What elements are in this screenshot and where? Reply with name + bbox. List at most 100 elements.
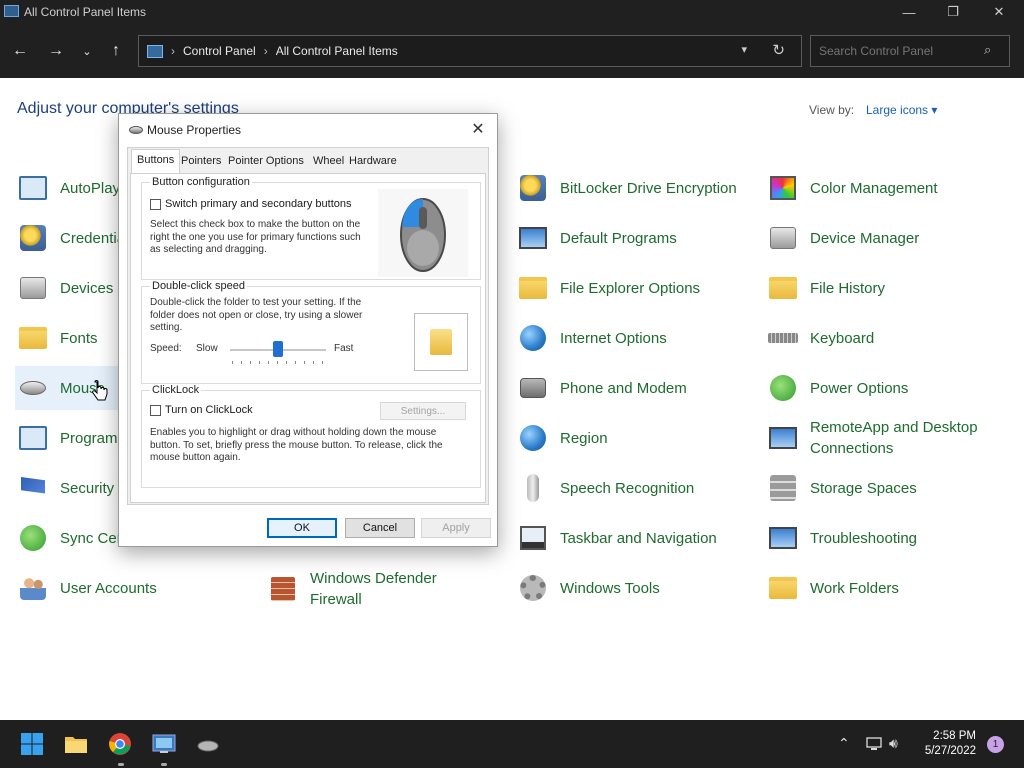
test-folder-area[interactable] [414, 313, 468, 371]
work-folders-icon [767, 572, 799, 604]
sync-icon [17, 522, 49, 554]
close-icon[interactable]: ✕ [467, 119, 489, 139]
notification-badge[interactable]: 1 [987, 736, 1004, 753]
cp-item-work-folders[interactable]: Work Folders [767, 566, 899, 610]
refresh-icon[interactable]: ↻ [772, 41, 785, 59]
cp-item-bitlocker[interactable]: BitLocker Drive Encryption [517, 166, 737, 210]
cp-item-region[interactable]: Region [517, 416, 608, 460]
breadcrumb-all-items[interactable]: All Control Panel Items [276, 44, 398, 58]
address-bar-area: ← → ⌄ ↑ › Control Panel › All Control Pa… [0, 24, 1024, 78]
breadcrumb-control-panel[interactable]: Control Panel [183, 44, 256, 58]
cancel-button[interactable]: Cancel [345, 518, 415, 538]
recent-locations-icon[interactable]: ⌄ [74, 38, 100, 64]
volume-icon[interactable]: 🔊︎ [889, 735, 898, 752]
mouse-properties-dialog: Mouse Properties ✕ Buttons Pointers Poin… [118, 113, 498, 547]
cp-item-troubleshooting[interactable]: Troubleshooting [767, 516, 917, 560]
file-explorer-icon[interactable] [64, 732, 88, 756]
cp-item-keyboard[interactable]: Keyboard [767, 316, 874, 360]
cp-item-device-manager[interactable]: Device Manager [767, 216, 919, 260]
firewall-icon [267, 573, 299, 605]
cp-item-speech-recognition[interactable]: Speech Recognition [517, 466, 694, 510]
clock[interactable]: 2:58 PM 5/27/2022 [925, 729, 976, 759]
cp-item-remoteapp[interactable]: RemoteApp and Desktop Connections [767, 416, 997, 460]
search-icon[interactable]: ⌕ [984, 42, 991, 58]
forward-icon[interactable]: → [43, 38, 69, 64]
cp-item-default-programs[interactable]: Default Programs [517, 216, 677, 260]
default-programs-icon [517, 222, 549, 254]
cp-item-autoplay[interactable]: AutoPlay [17, 166, 120, 210]
view-by-dropdown[interactable]: Large icons ▾ [866, 103, 937, 117]
cp-item-storage-spaces[interactable]: Storage Spaces [767, 466, 917, 510]
window-titlebar: All Control Panel Items — ❐ ✕ [0, 0, 1024, 24]
tab-hardware[interactable]: Hardware [344, 151, 402, 173]
cp-item-user-accounts[interactable]: User Accounts [17, 566, 157, 610]
start-icon[interactable] [20, 732, 44, 756]
region-icon [517, 422, 549, 454]
users-icon [17, 572, 49, 604]
microphone-icon [517, 472, 549, 504]
taskbar: ⌃ 🔊︎ 2:58 PM 5/27/2022 1 [0, 720, 1024, 768]
checkbox-box[interactable] [150, 404, 161, 416]
ok-button[interactable]: OK [267, 518, 337, 538]
back-icon[interactable]: ← [7, 38, 33, 64]
maximize-button[interactable]: ❐ [930, 0, 976, 24]
close-button[interactable]: ✕ [976, 0, 1022, 24]
clicklock-settings-button[interactable]: Settings... [380, 402, 466, 420]
minimize-button[interactable]: — [886, 0, 932, 24]
control-panel-taskbar-icon[interactable] [152, 732, 176, 756]
cp-item-internet-options[interactable]: Internet Options [517, 316, 667, 360]
cp-item-file-explorer-options[interactable]: File Explorer Options [517, 266, 700, 310]
apply-button[interactable]: Apply [421, 518, 491, 538]
flag-icon [17, 472, 49, 504]
tab-buttons[interactable]: Buttons [131, 149, 181, 174]
dialog-title: Mouse Properties [147, 123, 242, 137]
checkbox-box[interactable] [150, 198, 161, 210]
cp-item-defender-firewall[interactable]: Windows Defender Firewall [267, 567, 487, 611]
tab-wheel[interactable]: Wheel [308, 151, 349, 173]
clicklock-checkbox[interactable]: Turn on ClickLock [150, 404, 253, 416]
storage-icon [767, 472, 799, 504]
speed-slider-thumb[interactable] [273, 341, 283, 357]
running-indicator [161, 763, 167, 766]
network-icon[interactable] [866, 736, 882, 752]
cp-item-phone-modem[interactable]: Phone and Modem [517, 366, 687, 410]
up-icon[interactable]: ↑ [103, 38, 129, 64]
chevron-down-icon[interactable]: ▾ [741, 43, 747, 56]
phone-icon [517, 372, 549, 404]
dialog-body: Buttons Pointers Pointer Options Wheel H… [127, 147, 489, 505]
chrome-icon[interactable] [108, 732, 132, 756]
speed-label: Speed: [150, 343, 182, 354]
tab-pointers[interactable]: Pointers [176, 151, 226, 173]
search-input[interactable] [810, 35, 1010, 67]
gear-icon [517, 572, 549, 604]
address-field[interactable]: › Control Panel › All Control Panel Item… [138, 35, 802, 67]
color-management-icon [767, 172, 799, 204]
file-history-icon [767, 272, 799, 304]
cp-item-power-options[interactable]: Power Options [767, 366, 908, 410]
folder-options-icon [517, 272, 549, 304]
mouse-properties-taskbar-icon[interactable] [196, 732, 220, 756]
chevron-right-icon: › [171, 44, 175, 58]
mouse-picture-icon [400, 198, 446, 272]
taskbar-icon [517, 522, 549, 554]
cp-item-fonts[interactable]: Fonts [17, 316, 98, 360]
remote-desktop-icon [767, 422, 799, 454]
cp-item-file-history[interactable]: File History [767, 266, 885, 310]
control-panel-icon [4, 5, 19, 17]
double-click-description: Double-click the folder to test your set… [150, 297, 363, 333]
running-indicator [118, 763, 124, 766]
window-title: All Control Panel Items [24, 5, 147, 19]
switch-buttons-checkbox[interactable]: Switch primary and secondary buttons [150, 198, 351, 210]
cp-item-taskbar-navigation[interactable]: Taskbar and Navigation [517, 516, 717, 560]
cp-item-windows-tools[interactable]: Windows Tools [517, 566, 660, 610]
date: 5/27/2022 [924, 745, 976, 757]
chevron-right-icon: › [263, 44, 268, 58]
cp-item-color-management[interactable]: Color Management [767, 166, 938, 210]
double-click-speed-group: Double-click speed Double-click the fold… [141, 280, 481, 384]
group-title: Double-click speed [150, 280, 247, 292]
chevron-up-icon[interactable]: ⌃ [838, 735, 850, 752]
fonts-icon [17, 322, 49, 354]
tab-pointer-options[interactable]: Pointer Options [223, 151, 309, 173]
globe-icon [517, 322, 549, 354]
button-config-description: Select this check box to make the button… [150, 219, 361, 255]
